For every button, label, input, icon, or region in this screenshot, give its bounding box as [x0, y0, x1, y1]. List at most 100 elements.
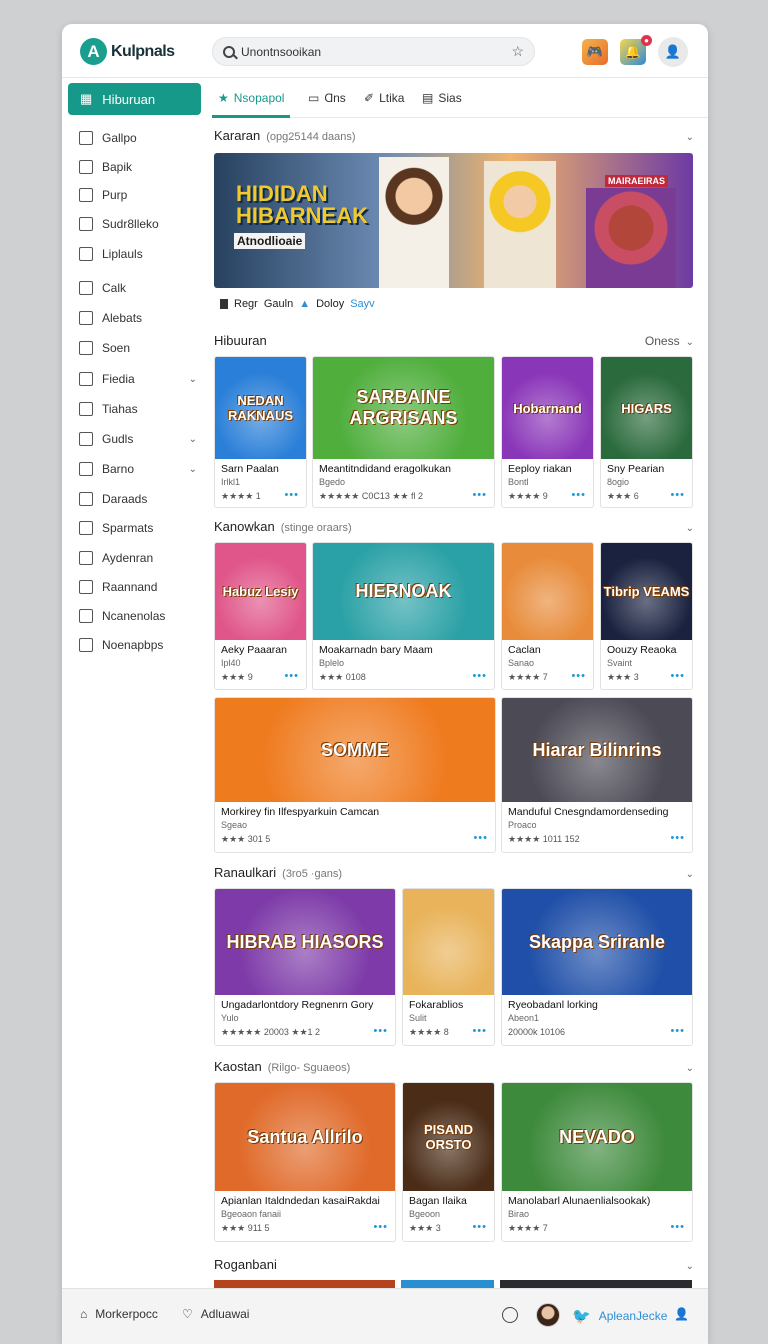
section-header-5[interactable]: Kaostan (Rilgo- Sguaeos) ⌄ [214, 1059, 694, 1074]
game-icon[interactable]: 🎮 [582, 39, 608, 65]
section-title: Ranaulkari [214, 865, 277, 880]
sidebar-item[interactable]: Bapik [79, 157, 197, 177]
hero-title: HIDIDAN HIBARNEAK [236, 183, 368, 227]
game-card[interactable]: SARBAINE ARGRISANS Meantitndidand eragolk… [312, 356, 495, 508]
sidebar-item[interactable]: Daraads [79, 489, 197, 509]
more-options-icon[interactable]: ••• [571, 670, 586, 682]
card-title: Eeploy riakan [508, 463, 572, 475]
chevron-down-icon[interactable]: ⌄ [686, 132, 694, 143]
hero-banner[interactable]: HIDIDAN HIBARNEAK Atnodlioaie MAIRAEIRAS [214, 153, 693, 288]
account-button[interactable]: 👤 [674, 1307, 689, 1321]
star-icon[interactable]: ☆ [511, 43, 524, 60]
section-header-1[interactable]: Kararan (opg25144 daans) ⌄ [214, 128, 694, 143]
sidebar-item[interactable]: Sparmats [79, 518, 197, 538]
menu-item-icon [79, 341, 93, 355]
avatar[interactable] [536, 1303, 560, 1327]
thumbnail-title: Hiarar Bilinrins [532, 739, 662, 760]
game-card[interactable]: Caclan Sanao ★★★★ 7 ••• [501, 542, 594, 690]
chevron-down-icon[interactable]: ⌄ [189, 374, 197, 385]
tab-chat[interactable]: ▭ Ɑns [308, 88, 346, 108]
more-options-icon[interactable]: ••• [670, 1221, 685, 1233]
chevron-down-icon[interactable]: ⌄ [686, 869, 694, 880]
game-card[interactable]: Santua Allrilo Apianlan Italdndedan kasai… [214, 1082, 396, 1242]
favorites-button[interactable]: ♡ Adluawai [182, 1307, 249, 1321]
notification-icon[interactable]: 🔔 ● [620, 35, 652, 65]
game-card[interactable]: Habuz Lesiy Aeky Paaaran Ipl40 ★★★ 9 ••• [214, 542, 307, 690]
sidebar-item[interactable]: Calk [79, 278, 197, 298]
game-card[interactable]: Tibrip VEAMS Oouzy Reaoka Svaint ★★★ 3 ••• [600, 542, 693, 690]
more-options-icon[interactable]: ••• [472, 489, 487, 501]
chevron-down-icon[interactable]: ⌄ [189, 464, 197, 475]
tab-store[interactable]: ▤ Sias [422, 88, 462, 108]
more-options-icon[interactable]: ••• [373, 1025, 388, 1037]
more-options-icon[interactable]: ••• [670, 1025, 685, 1037]
chevron-down-icon[interactable]: ⌄ [686, 1063, 694, 1074]
bird-icon: 🐦 [572, 1308, 591, 1325]
more-options-icon[interactable]: ••• [670, 670, 685, 682]
chevron-down-icon[interactable]: ⌄ [686, 337, 694, 348]
game-card[interactable]: HIERNOAK Moakarnadn bary Maam Bplelo ★★★ 01… [312, 542, 495, 690]
game-card[interactable]: HIGARS Sny Pearian 8ogio ★★★ 6 ••• [600, 356, 693, 508]
thumbnail-title: HIBRAB HIASORS [226, 931, 384, 952]
sidebar-item[interactable]: Aydenran [79, 548, 197, 568]
sidebar-item[interactable]: Gallpo [79, 128, 197, 148]
section-header-2[interactable]: Hibuuran Oness ⌄ [214, 333, 694, 348]
profile-icon[interactable]: 👤 [658, 37, 688, 67]
sidebar-item[interactable]: Gudls ⌄ [79, 429, 197, 449]
more-options-icon[interactable]: ••• [472, 1025, 487, 1037]
section-right-label[interactable]: Oness [645, 334, 680, 348]
chevron-down-icon[interactable]: ⌄ [686, 1261, 694, 1272]
section-header-6[interactable]: Roganbani ⌄ [214, 1257, 694, 1272]
more-options-icon[interactable]: ••• [284, 489, 299, 501]
game-card[interactable]: NEVADO Manolabarl Alunaenlialsookak) Birao… [501, 1082, 693, 1242]
game-card[interactable]: NEDAN RAKNAUS Sarn Paalan Irlkl1 ★★★★ 1 ••• [214, 356, 307, 508]
sidebar-item[interactable]: Purp [79, 185, 197, 205]
hero-caption-4[interactable]: Sayv [350, 298, 374, 310]
search-input[interactable]: Unontnsooikan ☆ [212, 37, 535, 66]
game-card[interactable]: HIBRAB HIASORS Ungadarlontdory Regnenrn G… [214, 888, 396, 1046]
game-card[interactable]: Hobarnand Eeploy riakan Bontl ★★★★ 9 ••• [501, 356, 594, 508]
hero-caption: Regr Gauln ▲ Doloy Sayv [214, 292, 394, 316]
sidebar-item[interactable]: Barno ⌄ [79, 459, 197, 479]
more-options-icon[interactable]: ••• [473, 832, 488, 844]
section-header-3[interactable]: Kanowkan (stinge oraars) ⌄ [214, 519, 694, 534]
sidebar-item[interactable]: Ncanenolas [79, 606, 197, 626]
search-button[interactable] [502, 1307, 518, 1323]
more-options-icon[interactable]: ••• [472, 670, 487, 682]
game-thumbnail: Habuz Lesiy [215, 543, 306, 640]
sidebar-item[interactable]: Sudr8lleko [79, 214, 197, 234]
game-card[interactable]: Fokarablios Sulit ★★★★ 8 ••• [402, 888, 495, 1046]
tab-tag[interactable]: ✐ Ltika [364, 88, 404, 108]
sidebar-item[interactable]: Tiahas [79, 399, 197, 419]
more-options-icon[interactable]: ••• [670, 489, 685, 501]
sidebar-item[interactable]: Soen [79, 338, 197, 358]
menu-item-icon [79, 432, 93, 446]
sidebar-item[interactable]: Raannand [79, 577, 197, 597]
tab-featured[interactable]: ★ Nsopapol [218, 88, 284, 108]
thumbnail-title: Tibrip VEAMS [603, 584, 690, 599]
tab-underline [212, 115, 290, 118]
sidebar-item-active[interactable]: ▦ Hiburuan [68, 83, 201, 115]
more-options-icon[interactable]: ••• [670, 832, 685, 844]
chevron-down-icon[interactable]: ⌄ [189, 434, 197, 445]
game-card[interactable]: SOMME Morkirey fin Ilfespyarkuin Camcan Sg… [214, 697, 496, 853]
more-options-icon[interactable]: ••• [571, 489, 586, 501]
section-header-4[interactable]: Ranaulkari (3ro5 ·gans) ⌄ [214, 865, 694, 880]
menu-item-icon [79, 462, 93, 476]
more-options-icon[interactable]: ••• [472, 1221, 487, 1233]
card-rating: ★★★ 911 5 [221, 1223, 270, 1233]
sidebar-item[interactable]: Alebats [79, 308, 197, 328]
sidebar-item[interactable]: Noenapbps [79, 635, 197, 655]
chevron-down-icon[interactable]: ⌄ [686, 523, 694, 534]
sidebar-item[interactable]: Fiedia ⌄ [79, 369, 197, 389]
app-logo[interactable]: A Kulpnals [80, 38, 175, 65]
more-options-icon[interactable]: ••• [284, 670, 299, 682]
game-card[interactable]: Hiarar Bilinrins Manduful Cnesgndamordens… [501, 697, 693, 853]
share-button[interactable]: 🐦 ApleanJecke [572, 1307, 667, 1325]
more-options-icon[interactable]: ••• [373, 1221, 388, 1233]
marketplace-button[interactable]: ⌂ Morkerpocc [80, 1307, 158, 1321]
sidebar-item[interactable]: Liplauls [79, 244, 197, 264]
card-rating: ★★★ 9 [221, 672, 253, 682]
game-card[interactable]: Skappa Sriranle Ryeobadanl lorking Abeon1 2… [501, 888, 693, 1046]
game-card[interactable]: PISAND ORSTO Bagan Ilaika Bgeoon ★★★ 3 ••• [402, 1082, 495, 1242]
